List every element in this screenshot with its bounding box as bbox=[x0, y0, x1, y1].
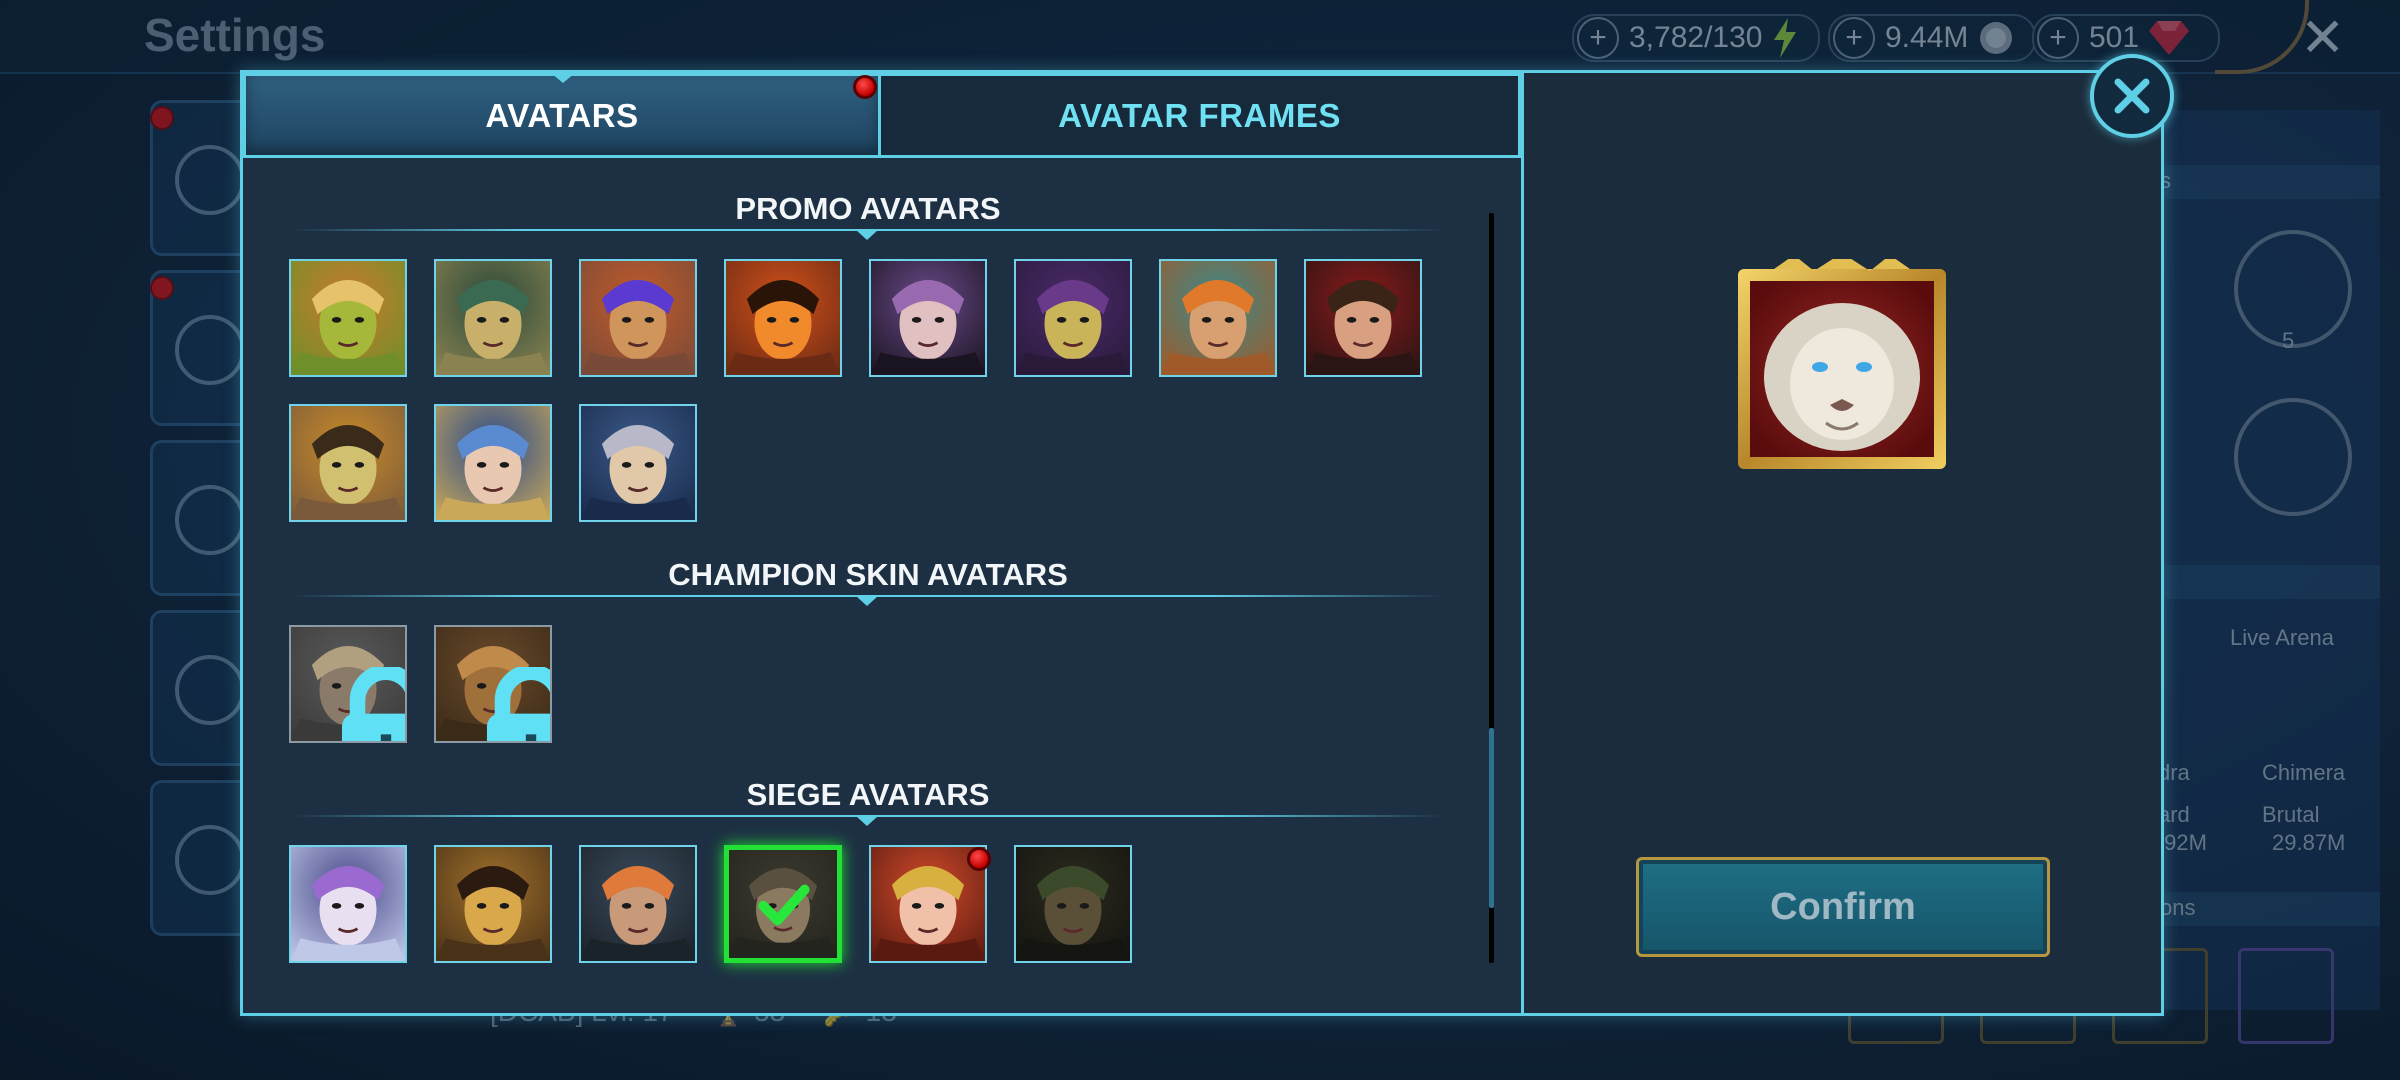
avatar-tile-dark-sorceress[interactable] bbox=[869, 259, 987, 377]
section-title-champion-skin: CHAMPION SKIN AVATARS bbox=[668, 557, 1068, 592]
avatar-tile-red-rogue[interactable] bbox=[1304, 259, 1422, 377]
avatar-image-dark-sorceress bbox=[871, 261, 985, 375]
avatar-image-dark-ogre bbox=[1016, 847, 1130, 961]
silver-value: 9.44M bbox=[1885, 21, 1969, 54]
lock-icon bbox=[341, 667, 405, 741]
page-title: Settings bbox=[144, 9, 326, 61]
section-title-promo: PROMO AVATARS bbox=[735, 191, 1001, 226]
tab-avatars-label: AVATARS bbox=[485, 96, 639, 134]
avatar-image-turtle-warrior bbox=[291, 261, 405, 375]
rank-number: 5 bbox=[2282, 328, 2295, 353]
avatar-list-pane: AVATARS AVATAR FRAMES PROMO AVATARS CHAM… bbox=[243, 73, 1521, 1013]
avatar-image-elf-prince bbox=[1161, 261, 1275, 375]
gear-icon bbox=[175, 485, 245, 555]
avatar-tile-gold-knight[interactable] bbox=[289, 404, 407, 522]
globe-icon bbox=[175, 825, 245, 895]
tab-bar: AVATARS AVATAR FRAMES bbox=[243, 73, 1521, 161]
avatar-tile-masked-elf[interactable] bbox=[434, 259, 552, 377]
energy-bolt-icon bbox=[1774, 18, 1797, 58]
avatar-image-gold-knight bbox=[291, 406, 405, 520]
user-icon bbox=[175, 315, 245, 385]
close-icon bbox=[2114, 78, 2150, 114]
avatar-tile-blonde-woman[interactable] bbox=[289, 625, 407, 743]
tab-avatar-frames[interactable]: AVATAR FRAMES bbox=[881, 73, 1521, 158]
lock-icon bbox=[486, 667, 550, 741]
chimera-difficulty: Brutal bbox=[2262, 802, 2320, 827]
avatar-tile-dark-ogre[interactable] bbox=[1014, 845, 1132, 963]
hydra-damage: .92M bbox=[2158, 830, 2207, 855]
silver-coin-icon bbox=[1980, 22, 2013, 54]
section-notch bbox=[856, 230, 878, 240]
add-icon[interactable]: + bbox=[2037, 17, 2079, 59]
avatar-tile-elf-prince[interactable] bbox=[1159, 259, 1277, 377]
close-button[interactable] bbox=[2090, 54, 2174, 138]
avatar-tile-skull-lord[interactable] bbox=[1014, 259, 1132, 377]
panel-header-strip bbox=[2158, 565, 2380, 599]
champion-portrait[interactable] bbox=[2238, 948, 2334, 1044]
confirm-button[interactable]: Confirm bbox=[1636, 857, 2050, 957]
notification-dot bbox=[150, 106, 174, 130]
avatar-tile-blue-elf-lady[interactable] bbox=[434, 404, 552, 522]
avatar-tile-tattooed-warrior[interactable] bbox=[579, 845, 697, 963]
avatar-image-scarred-soldier bbox=[581, 406, 695, 520]
tab-notification-dot bbox=[853, 75, 877, 99]
avatar-image-golden-ape bbox=[436, 847, 550, 961]
avatar-image-tattooed-warrior bbox=[581, 847, 695, 961]
lion-avatar-preview-image bbox=[1738, 253, 1946, 469]
add-icon[interactable]: + bbox=[1833, 17, 1875, 59]
gem-value: 501 bbox=[2089, 21, 2140, 54]
avatar-image-blue-elf-lady bbox=[436, 406, 550, 520]
avatar-image-cyborg-warrior bbox=[581, 261, 695, 375]
panel-header-strip bbox=[2158, 165, 2380, 199]
section-notch bbox=[856, 596, 878, 606]
add-icon[interactable]: + bbox=[1577, 17, 1619, 59]
avatar-image-skull-lord bbox=[1016, 261, 1130, 375]
chimera-label: Chimera bbox=[2262, 760, 2346, 785]
avatar-tile-fire-demon[interactable] bbox=[724, 259, 842, 377]
avatar-tile-cyborg-warrior[interactable] bbox=[579, 259, 697, 377]
avatar-image-pale-sorceress bbox=[291, 847, 405, 961]
section-notch bbox=[856, 816, 878, 826]
tab-avatar-frames-label: AVATAR FRAMES bbox=[1058, 96, 1341, 134]
avatar-tile-turtle-warrior[interactable] bbox=[289, 259, 407, 377]
scrollbar-thumb[interactable] bbox=[1489, 728, 1494, 908]
avatar-selection-dialog: AVATARS AVATAR FRAMES PROMO AVATARS CHAM… bbox=[240, 70, 2164, 1016]
avatar-tile-ape-beast[interactable] bbox=[434, 625, 552, 743]
panel-header-label: ons bbox=[2160, 895, 2196, 920]
avatar-tile-scarred-soldier[interactable] bbox=[579, 404, 697, 522]
active-tab-indicator bbox=[551, 73, 575, 83]
energy-counter[interactable]: + 3,782/130 bbox=[1572, 14, 1820, 62]
avatar-notification-dot bbox=[967, 847, 991, 871]
tab-avatars[interactable]: AVATARS bbox=[243, 73, 881, 158]
selected-avatar-preview bbox=[1734, 253, 1950, 475]
live-arena-label: Live Arena bbox=[2230, 625, 2334, 650]
silver-counter[interactable]: + 9.44M bbox=[1828, 14, 2036, 62]
notification-dot bbox=[150, 276, 174, 300]
avatar-image-red-rogue bbox=[1306, 261, 1420, 375]
avatar-tile-golden-ape[interactable] bbox=[434, 845, 552, 963]
energy-value: 3,782/130 bbox=[1629, 21, 1763, 54]
settings-close-icon[interactable]: ✕ bbox=[2300, 6, 2345, 69]
avatar-image-fire-demon bbox=[726, 261, 840, 375]
info-icon bbox=[175, 655, 245, 725]
avatar-preview-pane: Confirm bbox=[1521, 73, 2161, 1013]
profile-icon bbox=[175, 145, 245, 215]
section-title-siege: SIEGE AVATARS bbox=[746, 777, 990, 812]
arena-emblem-icon bbox=[2234, 398, 2352, 516]
avatar-tile-white-lion[interactable] bbox=[724, 845, 842, 963]
gem-icon bbox=[2149, 21, 2190, 55]
chimera-damage: 29.87M bbox=[2272, 830, 2346, 855]
avatar-tile-pale-sorceress[interactable] bbox=[289, 845, 407, 963]
avatar-image-masked-elf bbox=[436, 261, 550, 375]
checkmark-icon bbox=[758, 884, 810, 926]
